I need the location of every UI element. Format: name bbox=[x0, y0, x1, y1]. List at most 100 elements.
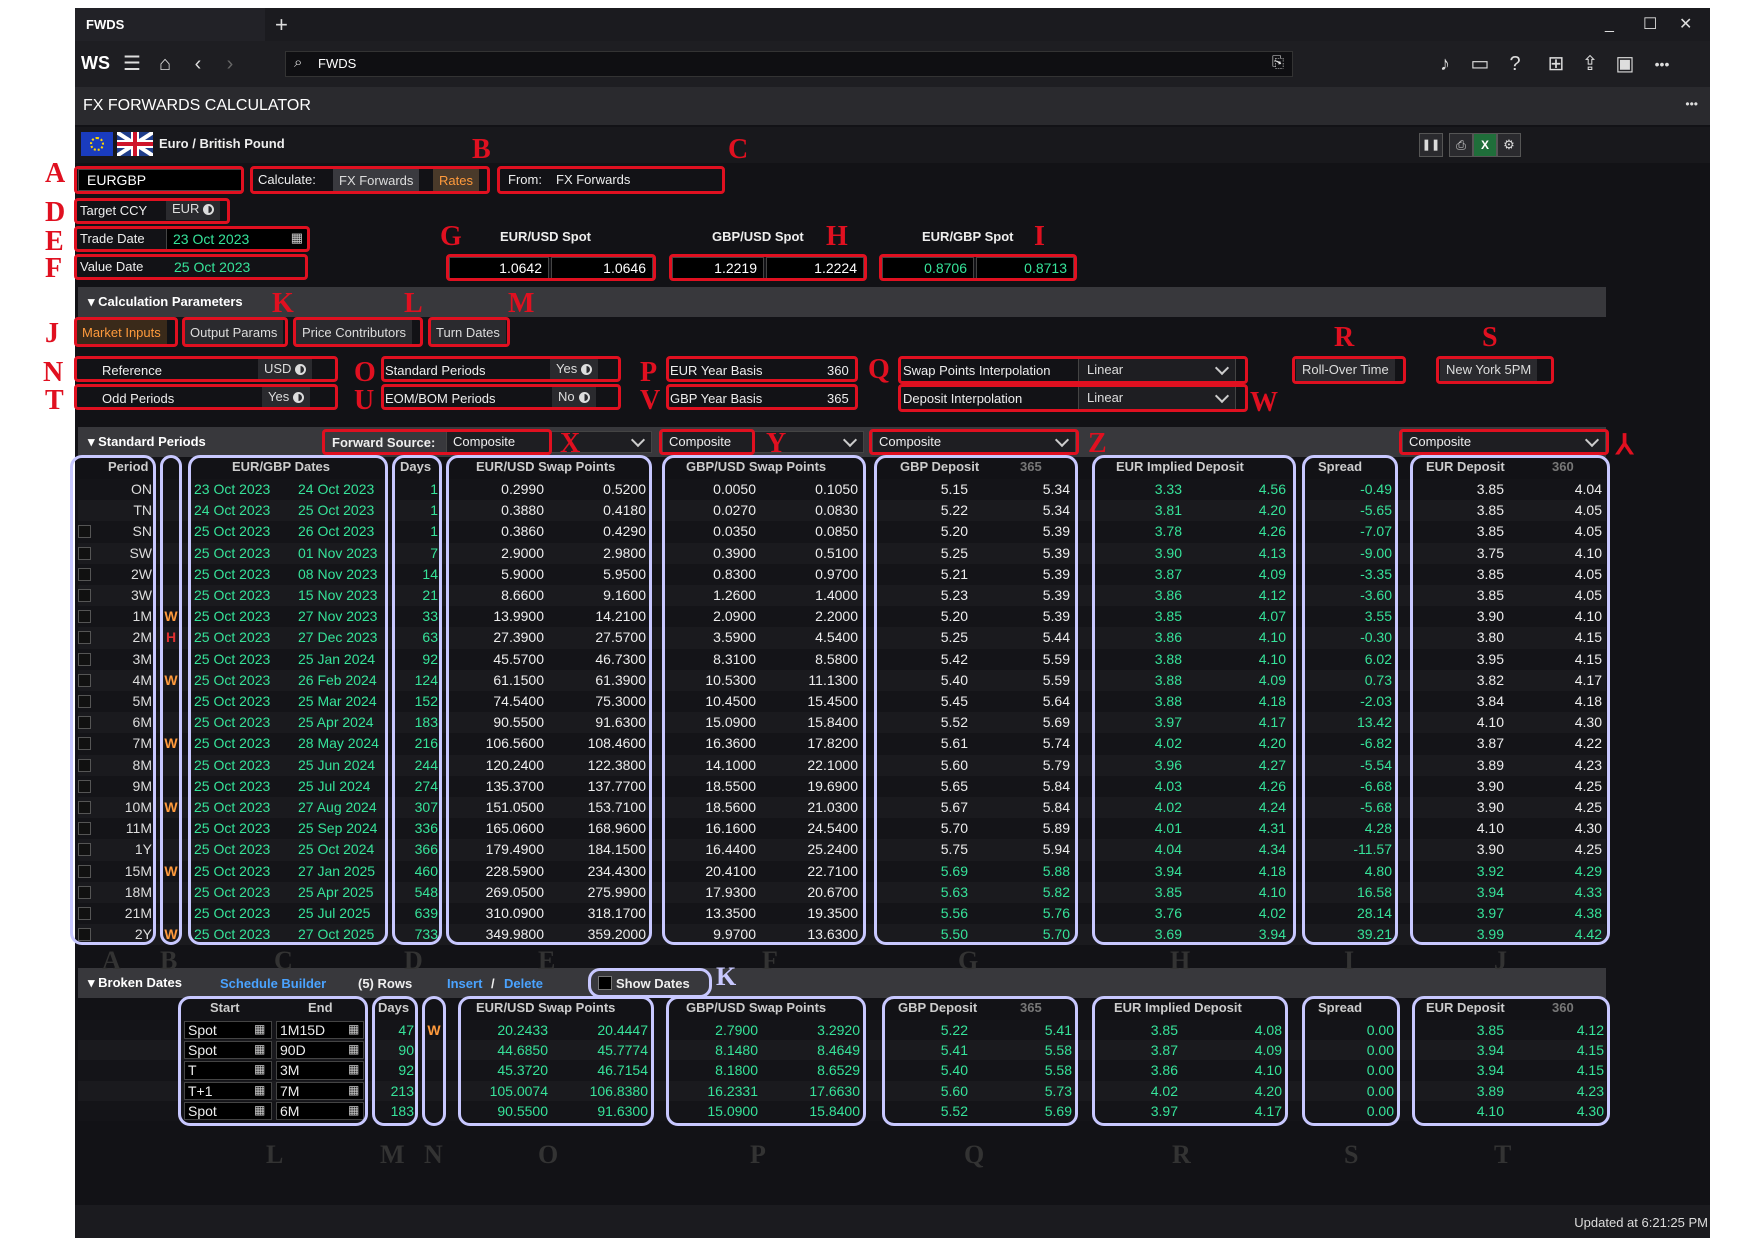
annotation-letter-W: W bbox=[1250, 387, 1278, 418]
column-box-broken-days bbox=[372, 996, 418, 1126]
schedule-builder-link[interactable]: Schedule Builder bbox=[220, 976, 326, 991]
annotation-box-W bbox=[898, 384, 1248, 412]
help-icon[interactable]: ? bbox=[1500, 49, 1530, 79]
title-bar: FWDS + _ ☐ ✕ bbox=[75, 8, 1710, 41]
annotation-box-A bbox=[74, 166, 244, 194]
column-box-broken-gbp-deposit bbox=[882, 996, 1078, 1126]
annotation-letter-G: G bbox=[440, 221, 462, 252]
annotation-letter-L: L bbox=[404, 288, 423, 319]
annotation-box-Z bbox=[869, 429, 1079, 455]
search-icon: ⌕ bbox=[294, 54, 303, 71]
annotation-letter-U: U bbox=[354, 385, 375, 416]
column-letter-E: E bbox=[538, 946, 556, 975]
show-dates-box bbox=[588, 968, 712, 998]
pair-bar: Euro / British Pound ❚❚ ⎙ X ⚙ bbox=[75, 127, 1710, 163]
annotation-letter-F: F bbox=[45, 253, 63, 284]
annotation-box-L bbox=[293, 317, 423, 347]
annotation-box-P bbox=[666, 356, 858, 382]
chat-icon[interactable]: ▭ bbox=[1465, 49, 1495, 79]
chevron-down-icon bbox=[842, 432, 858, 448]
forward-icon[interactable]: › bbox=[215, 49, 245, 79]
delete-link[interactable]: Delete bbox=[504, 976, 543, 991]
column-box-gbpusd bbox=[662, 455, 866, 945]
maximize-icon[interactable]: ☐ bbox=[1643, 8, 1657, 41]
column-letter-R: R bbox=[1172, 1140, 1191, 1169]
gear-icon[interactable]: ⚙ bbox=[1497, 133, 1521, 157]
column-letter-L: L bbox=[266, 1140, 284, 1169]
annotation-box-T bbox=[74, 384, 338, 410]
annotation-box-N bbox=[74, 356, 338, 382]
search-input[interactable]: FWDS bbox=[318, 52, 356, 76]
column-letter-T: T bbox=[1494, 1140, 1512, 1169]
column-box-days bbox=[392, 455, 442, 945]
pair-name: Euro / British Pound bbox=[159, 136, 285, 151]
annotation-box-Y bbox=[659, 429, 755, 455]
annotation-letter-D: D bbox=[45, 197, 66, 228]
annotation-letter-A: A bbox=[45, 158, 66, 189]
column-letter-O: O bbox=[538, 1140, 559, 1169]
annotation-box-B bbox=[250, 166, 490, 194]
home-icon[interactable]: ⌂ bbox=[150, 49, 180, 79]
column-letter-P: P bbox=[750, 1140, 766, 1169]
annotation-box-X bbox=[322, 429, 552, 455]
column-letter-S: S bbox=[1344, 1140, 1359, 1169]
column-letter-F: F bbox=[762, 946, 778, 975]
print-icon[interactable]: ⎙ bbox=[1449, 133, 1473, 157]
eu-flag-icon bbox=[81, 132, 113, 156]
menu-icon[interactable]: ☰ bbox=[117, 49, 147, 79]
column-letter-H: H bbox=[1170, 946, 1191, 975]
column-letter-N: N bbox=[424, 1140, 443, 1169]
column-letter-J: J bbox=[1494, 946, 1507, 975]
column-letter-G: G bbox=[958, 946, 979, 975]
link-separator: / bbox=[491, 976, 495, 991]
bookmark-icon[interactable]: ⎘ bbox=[1272, 54, 1284, 71]
search-bar[interactable]: ⌕ FWDS ⎘ bbox=[285, 51, 1293, 77]
column-box-eurusd bbox=[446, 455, 652, 945]
column-letter-B: B bbox=[160, 946, 178, 975]
tab-fwds[interactable]: FWDS bbox=[75, 8, 265, 41]
column-box-period bbox=[70, 455, 156, 945]
eurgbp-spot-label: EUR/GBP Spot bbox=[922, 229, 1014, 244]
calc-params-title: ▾ Calculation Parameters bbox=[88, 287, 243, 317]
insert-link[interactable]: Insert bbox=[447, 976, 482, 991]
column-letter-I: I bbox=[1344, 946, 1355, 975]
annotation-letter-J: J bbox=[45, 318, 59, 349]
rows-count: (5) Rows bbox=[358, 976, 413, 991]
column-box-eur-deposit bbox=[1410, 455, 1610, 945]
annotation-letter-S: S bbox=[1482, 322, 1498, 353]
calc-params-title-text: Calculation Parameters bbox=[98, 294, 243, 309]
new-tab-icon[interactable]: + bbox=[275, 8, 288, 41]
minimize-icon[interactable]: _ bbox=[1605, 8, 1614, 41]
column-box-flag bbox=[160, 455, 182, 945]
app-logo: WS bbox=[81, 53, 110, 73]
back-icon[interactable]: ‹ bbox=[183, 49, 213, 79]
new-window-icon[interactable]: ⊞ bbox=[1541, 49, 1571, 79]
collapse-icon: ▾ bbox=[88, 975, 99, 990]
save-icon[interactable]: ▣ bbox=[1610, 49, 1640, 79]
eurusd-spot-label: EUR/USD Spot bbox=[500, 229, 591, 244]
bell-icon[interactable]: ♪ bbox=[1430, 49, 1460, 79]
calc-params-header[interactable]: ▾ Calculation Parameters bbox=[78, 287, 1606, 317]
annotation-letter-R: R bbox=[1334, 322, 1355, 353]
annotation-letter-V: V bbox=[640, 385, 661, 416]
annotation-box-V bbox=[666, 384, 858, 410]
column-box-dates bbox=[188, 455, 388, 945]
more-icon[interactable]: ••• bbox=[1647, 49, 1677, 79]
annotation-letter-B: B bbox=[472, 134, 491, 165]
status-bar: Updated at 6:21:25 PM bbox=[75, 1205, 1710, 1238]
annotation-box-R bbox=[1292, 356, 1406, 384]
annotation-box-U bbox=[381, 384, 621, 410]
excel-icon[interactable]: X bbox=[1473, 133, 1497, 157]
share-icon[interactable]: ⇪ bbox=[1575, 49, 1605, 79]
annotation-box-H bbox=[669, 254, 867, 281]
annotation-box-I bbox=[879, 254, 1077, 281]
close-icon[interactable]: ✕ bbox=[1679, 8, 1692, 41]
updated-time: Updated at 6:21:25 PM bbox=[1574, 1215, 1708, 1230]
annotation-letter-I: I bbox=[1034, 221, 1045, 252]
app-header: FX FORWARDS CALCULATOR ••• bbox=[75, 87, 1710, 125]
pause-icon[interactable]: ❚❚ bbox=[1419, 133, 1443, 157]
header-more-icon[interactable]: ••• bbox=[1685, 97, 1698, 111]
annotation-letter-M: M bbox=[508, 288, 535, 319]
collapse-icon: ▾ bbox=[88, 294, 99, 309]
annotation-box-S bbox=[1436, 356, 1554, 384]
